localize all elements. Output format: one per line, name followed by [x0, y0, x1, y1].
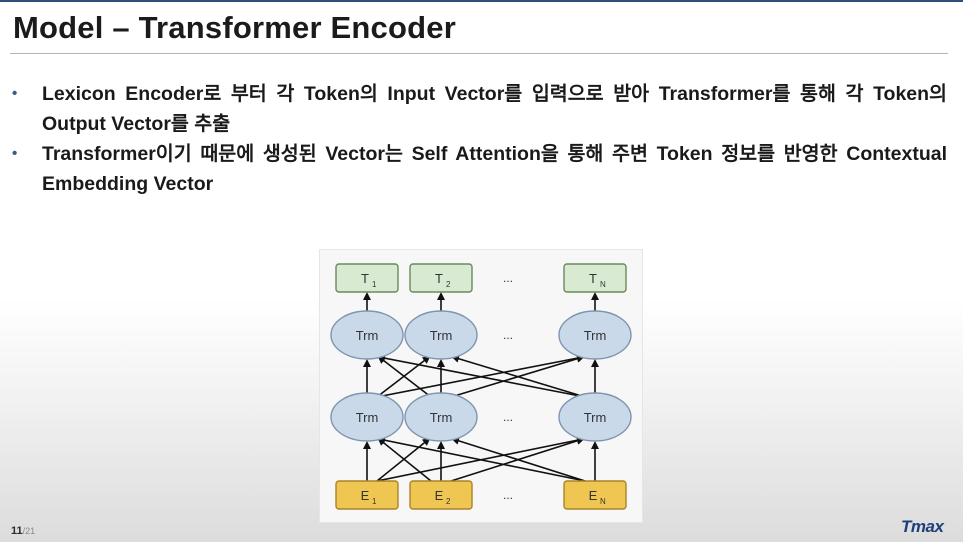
transformer-block-upper-label: Trm — [356, 328, 379, 343]
output-token-node-label: T — [589, 271, 597, 286]
lower-ellipsis: ... — [503, 410, 513, 424]
bullet-item: • Lexicon Encoder로 부터 각 Token의 Input Vec… — [12, 79, 947, 139]
bullet-text: Lexicon Encoder로 부터 각 Token의 Input Vecto… — [42, 83, 947, 135]
transformer-block-lower-label: Trm — [584, 410, 607, 425]
output-token-node-label: T — [361, 271, 369, 286]
input-embedding-node-subscript: 1 — [372, 497, 377, 506]
title-divider — [10, 53, 948, 54]
slide: Model – Transformer Encoder • Lexicon En… — [0, 0, 963, 542]
transformer-block-upper: Trm — [404, 310, 478, 360]
output-token-node-label: T — [435, 271, 443, 286]
transformer-block-lower-label: Trm — [430, 410, 453, 425]
input-embedding-node-label: E — [435, 488, 444, 503]
company-logo: Tmax — [901, 517, 944, 537]
diagram-canvas: T 1 T 2 T NTrm Trm TrmTrm Trm TrmE 1 E 2 E N..........… — [330, 263, 632, 510]
page-total: /21 — [22, 526, 36, 536]
bullet-text: Transformer이기 때문에 생성된 Vector는 Self Atten… — [42, 143, 947, 195]
transformer-block-upper: Trm — [330, 310, 404, 360]
output-token-node-subscript: 2 — [446, 280, 451, 289]
bullet-item: • Transformer이기 때문에 생성된 Vector는 Self Att… — [12, 139, 947, 199]
page-number: 11/21 — [11, 525, 35, 537]
input-embedding-node: EN — [563, 480, 627, 510]
bullet-marker: • — [12, 85, 18, 102]
input-embedding-node: E1 — [335, 480, 399, 510]
arrow-cross-input-to-lower — [376, 437, 431, 482]
input-embedding-node-subscript: N — [600, 497, 606, 506]
transformer-block-lower: Trm — [404, 392, 478, 442]
output-token-node: TN — [563, 263, 627, 293]
arrow-cross-lower-to-upper — [376, 355, 431, 398]
input-ellipsis: ... — [503, 488, 513, 502]
input-embedding-node: E2 — [409, 480, 473, 510]
transformer-block-lower: Trm — [558, 392, 632, 442]
page-current: 11 — [11, 525, 23, 537]
transformer-block-upper-label: Trm — [584, 328, 607, 343]
slide-title: Model – Transformer Encoder — [13, 10, 456, 45]
transformer-block-lower: Trm — [330, 392, 404, 442]
output-token-node: T1 — [335, 263, 399, 293]
input-embedding-node-label: E — [361, 488, 370, 503]
upper-ellipsis: ... — [503, 328, 513, 342]
transformer-encoder-diagram: T 1 T 2 T N Trm Trm Trm Trm Trm Trm E 1 E 2 E N..........… — [319, 249, 643, 523]
bullet-marker: • — [12, 145, 18, 162]
logo-text: Tmax — [901, 517, 944, 536]
output-token-node-subscript: N — [600, 280, 606, 289]
output-ellipsis: ... — [503, 271, 513, 285]
connection-arrows — [363, 292, 599, 482]
transformer-block-upper: Trm — [558, 310, 632, 360]
output-token-node-subscript: 1 — [372, 280, 377, 289]
output-token-node: T2 — [409, 263, 473, 293]
transformer-block-upper-label: Trm — [430, 328, 453, 343]
bullet-list: • Lexicon Encoder로 부터 각 Token의 Input Vec… — [12, 79, 947, 199]
input-embedding-node-subscript: 2 — [446, 497, 451, 506]
transformer-block-lower-label: Trm — [356, 410, 379, 425]
top-rule — [0, 0, 963, 2]
input-embedding-node-label: E — [589, 488, 598, 503]
